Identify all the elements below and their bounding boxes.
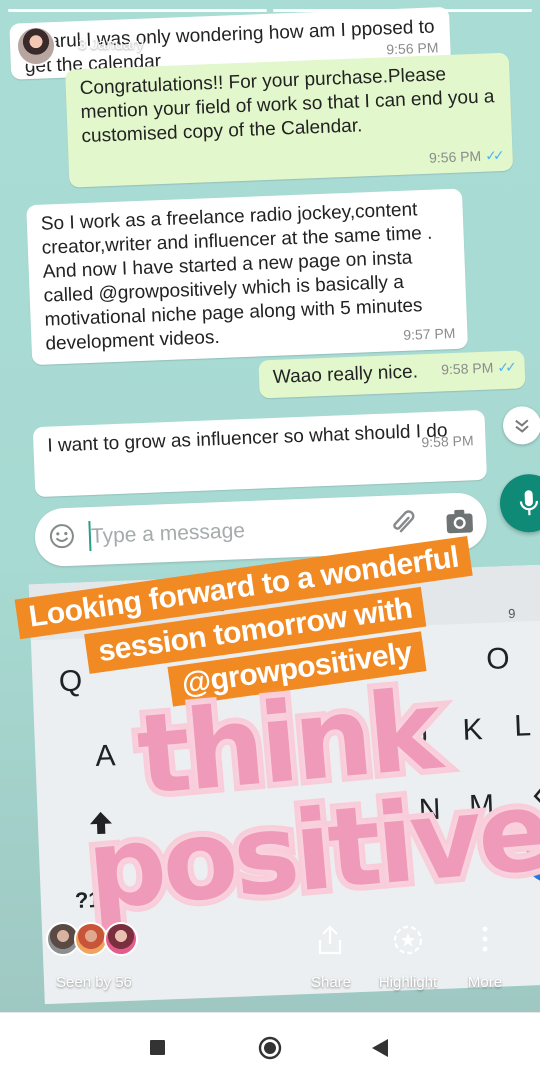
seen-by-count[interactable]: Seen by 56	[56, 974, 132, 991]
message-time: 9:56 PM	[429, 148, 482, 166]
android-navigation-bar	[0, 1012, 540, 1081]
message-text: So I work as a freelance radio jockey,co…	[41, 199, 433, 354]
story-viewer: y parul I was only wondering how am I pp…	[0, 0, 540, 1012]
message-text: Waao really nice.	[273, 361, 419, 388]
home-circle-icon[interactable]	[258, 1036, 282, 1060]
message-time: 9:58 PM	[421, 428, 474, 454]
emoji-icon[interactable]	[48, 523, 75, 550]
story-progress-bar	[8, 9, 532, 12]
message-time-with-ticks: 9:58 PM✓✓	[441, 355, 513, 382]
progress-segment	[8, 9, 267, 12]
story-footer: Seen by 56 Share Highlight More	[0, 910, 540, 1012]
message-text: Congratulations!! For your purchase.Plea…	[79, 64, 494, 147]
story-author-avatar[interactable]	[16, 26, 56, 66]
read-receipt-icon: ✓✓	[485, 147, 501, 164]
progress-segment	[273, 9, 532, 12]
message-outgoing-2: Waao really nice. 9:58 PM✓✓	[258, 350, 525, 398]
read-receipt-icon: ✓✓	[497, 359, 513, 376]
message-time: 9:57 PM	[403, 321, 456, 347]
highlight-icon[interactable]	[392, 924, 424, 956]
message-outgoing-1: Congratulations!! For your purchase.Plea…	[65, 53, 513, 188]
message-text: I want to grow as influencer so what sho…	[47, 420, 448, 456]
share-action[interactable]: Share	[306, 974, 356, 991]
highlight-action[interactable]: Highlight	[372, 974, 444, 991]
more-vertical-icon[interactable]	[480, 924, 490, 954]
message-time-with-ticks: 9:56 PM✓✓	[429, 143, 501, 170]
share-icon[interactable]	[316, 924, 344, 956]
double-chevron-down-icon	[513, 416, 532, 435]
story-date: 3 January	[78, 36, 144, 53]
viewer-avatar[interactable]	[104, 922, 138, 956]
back-triangle-icon[interactable]	[370, 1037, 390, 1059]
message-incoming-3: I want to grow as influencer so what sho…	[33, 410, 487, 497]
recents-square-icon[interactable]	[150, 1040, 165, 1055]
scroll-down-button[interactable]	[502, 406, 540, 445]
message-time: 9:58 PM	[441, 359, 494, 377]
viewer-avatar[interactable]	[74, 922, 108, 956]
more-action[interactable]: More	[462, 974, 508, 991]
message-incoming-2: So I work as a freelance radio jockey,co…	[26, 189, 468, 366]
